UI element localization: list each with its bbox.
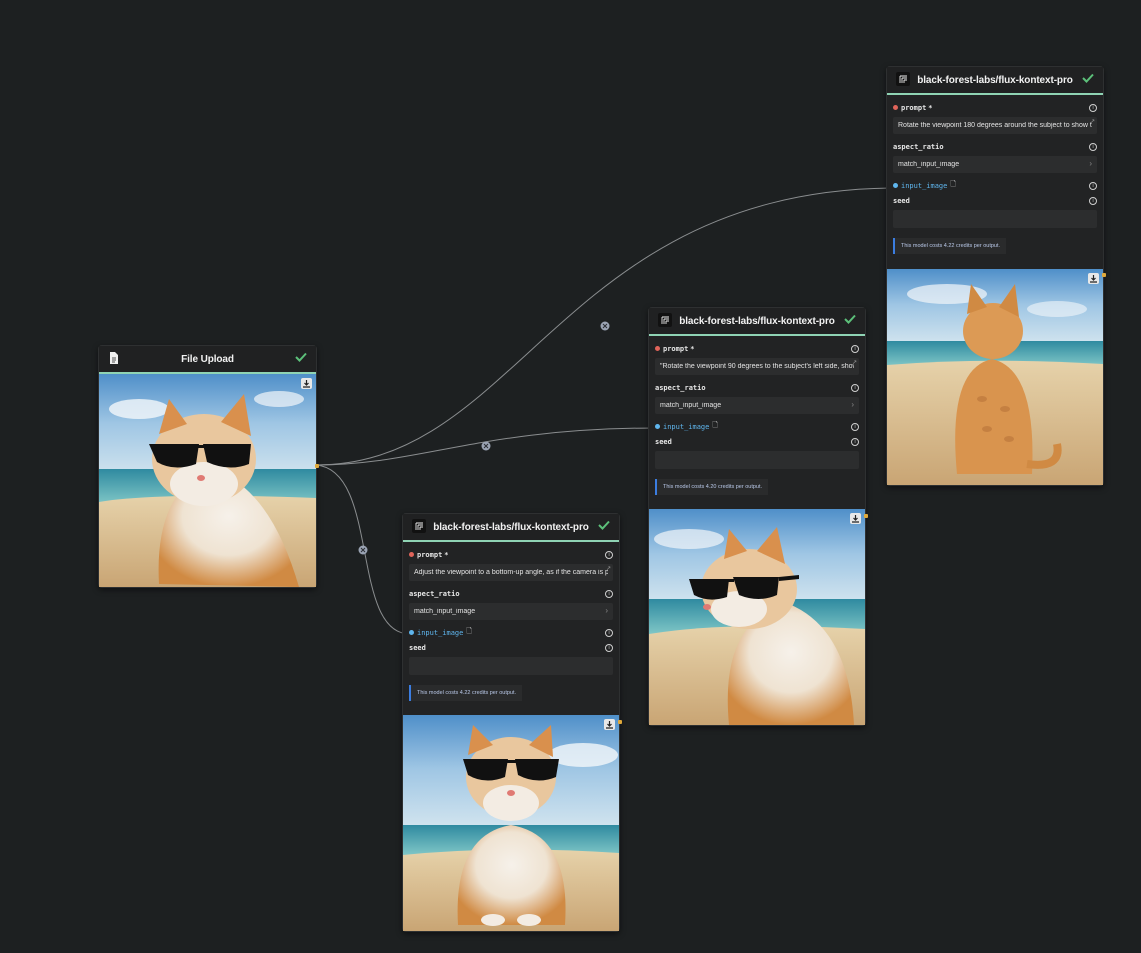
aspect-ratio-select[interactable]: match_input_image › — [893, 156, 1097, 173]
model-icon — [658, 313, 672, 327]
node-header[interactable]: black-forest-labs/flux-kontext-pro — [887, 67, 1103, 95]
node-header[interactable]: black-forest-labs/flux-kontext-pro — [649, 308, 865, 336]
prompt-input[interactable]: Adjust the viewpoint to a bottom-up angl… — [409, 564, 613, 581]
check-icon — [1081, 71, 1095, 90]
output-port[interactable] — [618, 720, 622, 724]
cat-image — [403, 715, 619, 931]
info-icon[interactable]: i — [1089, 103, 1097, 112]
node-title: black-forest-labs/flux-kontext-pro — [433, 521, 589, 533]
input-image-label[interactable]: input_image 🗋 — [409, 627, 472, 638]
output-port[interactable] — [315, 464, 319, 468]
chevron-right-icon: › — [1089, 159, 1092, 168]
check-icon — [597, 518, 611, 537]
file-icon: 🗋 — [712, 421, 718, 429]
file-icon: 🗋 — [466, 627, 472, 635]
prompt-input[interactable]: "Rotate the viewpoint 90 degrees to the … — [655, 358, 859, 375]
node-title: File Upload — [181, 353, 234, 365]
aspect-ratio-label: aspect_ratio — [655, 383, 706, 392]
image-preview[interactable] — [887, 269, 1103, 485]
file-icon: 🗋 — [950, 180, 956, 188]
aspect-ratio-label: aspect_ratio — [409, 589, 460, 598]
prompt-input[interactable]: Rotate the viewpoint 180 degrees around … — [893, 117, 1097, 134]
cost-notice: This model costs 4.22 credits per output… — [409, 685, 523, 701]
connected-dot — [655, 424, 660, 429]
seed-label: seed — [893, 196, 910, 205]
cat-image — [649, 509, 865, 725]
input-image-label[interactable]: input_image 🗋 — [893, 180, 956, 191]
prompt-label: prompt * — [893, 104, 933, 112]
check-icon — [843, 312, 857, 331]
chevron-right-icon: › — [605, 606, 608, 615]
node-title: black-forest-labs/flux-kontext-pro — [679, 315, 835, 327]
info-icon[interactable]: i — [605, 643, 613, 652]
aspect-ratio-label: aspect_ratio — [893, 142, 944, 151]
required-dot — [655, 346, 660, 351]
info-icon[interactable]: i — [851, 344, 859, 353]
seed-input[interactable] — [655, 451, 859, 469]
info-icon[interactable]: i — [605, 589, 613, 598]
check-icon — [294, 350, 308, 369]
download-button[interactable] — [1088, 273, 1099, 284]
seed-input[interactable] — [893, 210, 1097, 228]
cat-image — [887, 269, 1103, 485]
flux-node-bottom[interactable]: black-forest-labs/flux-kontext-pro promp… — [402, 513, 622, 932]
model-icon — [412, 519, 426, 533]
download-button[interactable] — [604, 719, 615, 730]
aspect-ratio-select[interactable]: match_input_image › — [655, 397, 859, 414]
node-title: black-forest-labs/flux-kontext-pro — [917, 74, 1073, 86]
connected-dot — [893, 183, 898, 188]
edge-to-middle-node — [315, 427, 658, 466]
seed-label: seed — [655, 437, 672, 446]
info-icon[interactable]: i — [851, 383, 859, 392]
cat-image — [99, 374, 316, 587]
seed-input[interactable] — [409, 657, 613, 675]
download-button[interactable] — [850, 513, 861, 524]
output-port[interactable] — [864, 514, 868, 518]
flux-node-top[interactable]: black-forest-labs/flux-kontext-pro promp… — [886, 66, 1106, 486]
info-icon[interactable]: i — [605, 628, 613, 637]
chevron-right-icon: › — [851, 400, 854, 409]
required-dot — [893, 105, 898, 110]
info-icon[interactable]: i — [1089, 196, 1097, 205]
image-preview[interactable] — [649, 509, 865, 725]
image-preview[interactable] — [99, 374, 316, 587]
cost-notice: This model costs 4.22 credits per output… — [893, 238, 1007, 254]
expand-icon[interactable]: ↗ — [606, 565, 611, 572]
aspect-ratio-select[interactable]: match_input_image › — [409, 603, 613, 620]
prompt-label: prompt * — [655, 345, 695, 353]
expand-icon[interactable]: ↗ — [852, 359, 857, 366]
info-icon[interactable]: i — [851, 437, 859, 446]
info-icon[interactable]: i — [1089, 142, 1097, 151]
seed-label: seed — [409, 643, 426, 652]
download-button[interactable] — [301, 378, 312, 389]
file-icon — [107, 351, 121, 365]
file-upload-node[interactable]: File Upload — [98, 345, 319, 588]
prompt-label: prompt * — [409, 551, 449, 559]
required-dot — [409, 552, 414, 557]
expand-icon[interactable]: ↗ — [1090, 118, 1095, 125]
info-icon[interactable]: i — [1089, 181, 1097, 190]
info-icon[interactable]: i — [851, 422, 859, 431]
node-header[interactable]: black-forest-labs/flux-kontext-pro — [403, 514, 619, 542]
cost-notice: This model costs 4.20 credits per output… — [655, 479, 769, 495]
image-preview[interactable] — [403, 715, 619, 931]
model-icon — [896, 72, 910, 86]
input-image-label[interactable]: input_image 🗋 — [655, 421, 718, 432]
flux-node-middle[interactable]: black-forest-labs/flux-kontext-pro promp… — [648, 307, 868, 726]
info-icon[interactable]: i — [605, 550, 613, 559]
edge-to-bottom-node — [315, 464, 411, 635]
node-header[interactable]: File Upload — [99, 346, 316, 374]
output-port[interactable] — [1102, 273, 1106, 277]
connected-dot — [409, 630, 414, 635]
